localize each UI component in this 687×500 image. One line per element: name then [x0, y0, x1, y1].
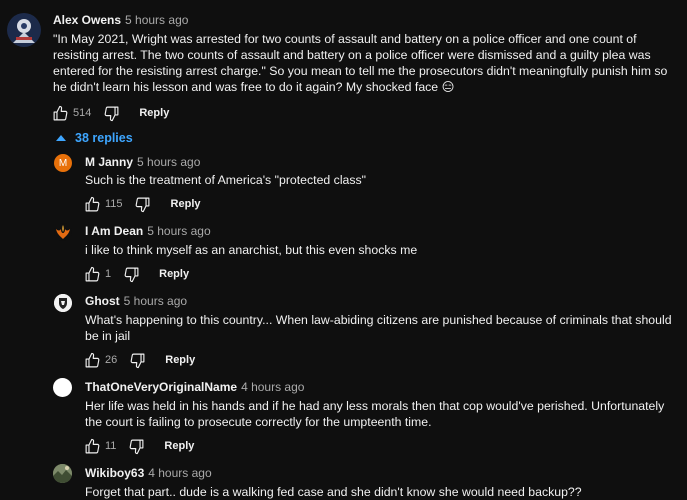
- author-line: ThatOneVeryOriginalName 4 hours ago: [85, 380, 304, 394]
- comment-actions: 514 Reply: [50, 103, 169, 123]
- like-button[interactable]: [50, 103, 70, 123]
- avatar[interactable]: [53, 464, 72, 483]
- avatar[interactable]: [53, 378, 72, 397]
- comment-text: i like to think myself as an anarchist, …: [85, 243, 418, 257]
- like-count: 115: [105, 198, 123, 210]
- reply-button[interactable]: Reply: [165, 354, 195, 366]
- comment-actions: 115 Reply: [82, 194, 201, 214]
- avatar[interactable]: M: [54, 154, 72, 172]
- reply-button[interactable]: Reply: [164, 440, 194, 452]
- timestamp[interactable]: 5 hours ago: [137, 155, 200, 169]
- reply-button[interactable]: Reply: [171, 198, 201, 210]
- author-line: Wikiboy63 4 hours ago: [85, 466, 212, 480]
- comment-text: Forget that part.. dude is a walking fed…: [85, 485, 582, 499]
- author-name[interactable]: M Janny: [85, 155, 133, 169]
- comment-actions: 11 Reply: [82, 436, 194, 456]
- like-button[interactable]: [82, 264, 102, 284]
- thumbs-down-icon: [124, 267, 139, 282]
- comment-actions: 1 Reply: [82, 264, 189, 284]
- comment-text: What's happening to this country... When…: [85, 313, 672, 343]
- thumbs-up-icon: [85, 438, 99, 453]
- comment-text: Such is the treatment of America's "prot…: [85, 173, 367, 187]
- thumbs-up-icon: [85, 266, 99, 281]
- thumbs-up-icon: [85, 352, 99, 367]
- dislike-button[interactable]: [133, 194, 153, 214]
- comment-text: Her life was held in his hands and if he…: [85, 399, 665, 429]
- thumbs-down-icon: [130, 353, 145, 368]
- thumbs-up-icon: [53, 105, 67, 120]
- thumbs-down-icon: [104, 106, 119, 121]
- author-line: M Janny 5 hours ago: [85, 155, 200, 169]
- timestamp[interactable]: 5 hours ago: [125, 13, 188, 27]
- author-line: Ghost 5 hours ago: [85, 294, 187, 308]
- dislike-button[interactable]: [127, 350, 147, 370]
- like-count: 1: [105, 268, 112, 280]
- timestamp[interactable]: 4 hours ago: [148, 466, 211, 480]
- landscape-photo-icon: [53, 464, 72, 483]
- phoenix-icon: [56, 225, 70, 239]
- replies-toggle[interactable]: 38 replies: [56, 131, 133, 145]
- comment-text: "In May 2021, Wright was arrested for tw…: [53, 32, 668, 94]
- author-line: Alex Owens 5 hours ago: [53, 13, 188, 27]
- author-line: I Am Dean 5 hours ago: [85, 224, 211, 238]
- avatar[interactable]: [54, 223, 72, 241]
- avatar[interactable]: [7, 13, 41, 47]
- like-count: 26: [105, 354, 118, 366]
- crest-icon: [54, 294, 72, 312]
- author-name[interactable]: Wikiboy63: [85, 466, 144, 480]
- comment-actions: 26 Reply: [82, 350, 195, 370]
- author-name[interactable]: ThatOneVeryOriginalName: [85, 380, 237, 394]
- reply-button[interactable]: Reply: [159, 268, 189, 280]
- dislike-button[interactable]: [121, 264, 141, 284]
- like-button[interactable]: [82, 194, 102, 214]
- author-name[interactable]: Alex Owens: [53, 13, 121, 27]
- like-count: 514: [73, 107, 92, 119]
- caret-up-icon: [56, 135, 66, 141]
- timestamp[interactable]: 4 hours ago: [241, 380, 304, 394]
- timestamp[interactable]: 5 hours ago: [124, 294, 187, 308]
- author-name[interactable]: I Am Dean: [85, 224, 143, 238]
- thumbs-up-icon: [85, 196, 99, 211]
- reply-button[interactable]: Reply: [139, 107, 169, 119]
- avatar[interactable]: [54, 294, 72, 312]
- timestamp[interactable]: 5 hours ago: [147, 224, 210, 238]
- patch-badge-icon: [7, 13, 41, 47]
- dislike-button[interactable]: [101, 103, 121, 123]
- dislike-button[interactable]: [126, 436, 146, 456]
- replies-count-label: 38 replies: [75, 131, 133, 145]
- thumbs-down-icon: [135, 197, 150, 212]
- avatar-letter: M: [58, 157, 68, 169]
- like-button[interactable]: [82, 350, 102, 370]
- author-name[interactable]: Ghost: [85, 294, 120, 308]
- thumbs-down-icon: [129, 439, 144, 454]
- like-button[interactable]: [82, 436, 102, 456]
- like-count: 11: [105, 440, 117, 452]
